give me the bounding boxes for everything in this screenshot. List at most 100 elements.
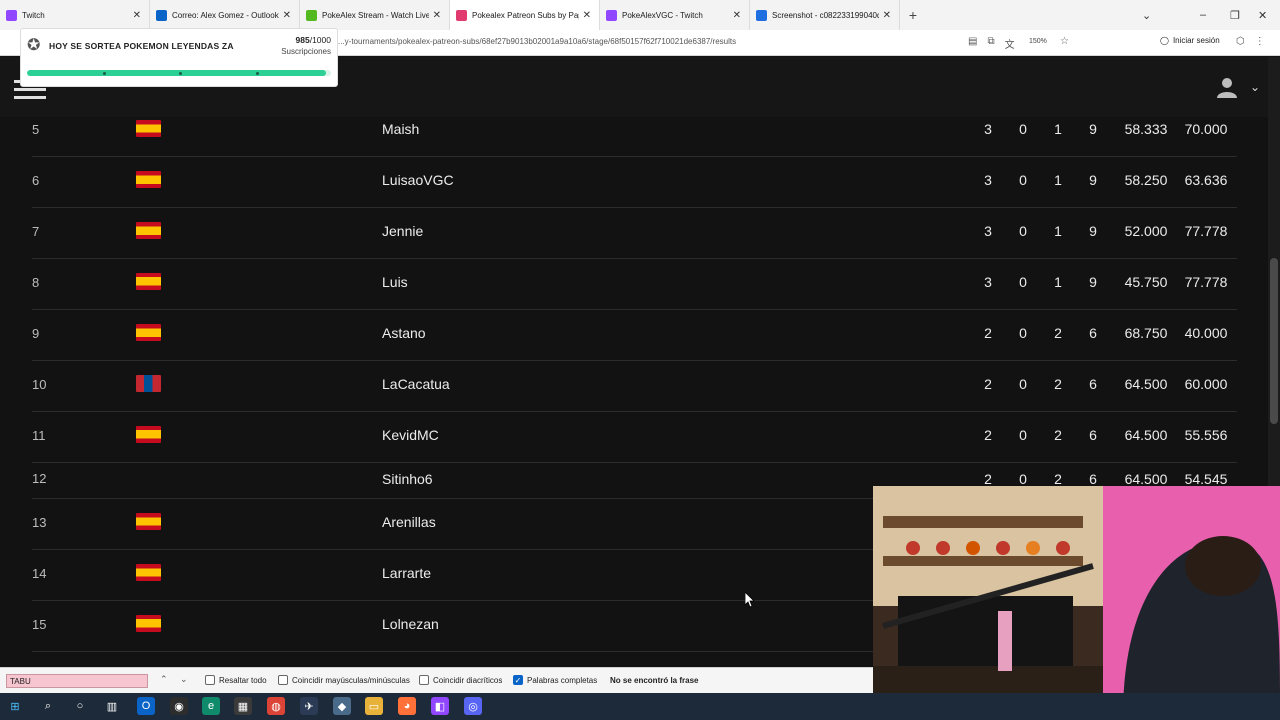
player-name[interactable]: LaCacatua: [382, 376, 450, 392]
windows-start-icon[interactable]: ⊞: [6, 697, 24, 715]
player-name[interactable]: Maish: [382, 121, 419, 137]
player-name[interactable]: Lolnezan: [382, 616, 439, 632]
twitch-icon[interactable]: ◧: [431, 697, 449, 715]
rank-cell: 10: [32, 377, 47, 392]
spain-flag-icon: [136, 564, 161, 581]
find-previous-icon[interactable]: ⌃: [160, 674, 168, 685]
browser-tab[interactable]: Correo: Alex Gomez - Outlook ✕: [150, 0, 300, 30]
close-tab-icon[interactable]: ✕: [433, 10, 441, 21]
edge-icon[interactable]: e: [202, 697, 220, 715]
checkbox-icon: [419, 675, 429, 685]
find-input[interactable]: [6, 674, 148, 688]
cortana-icon[interactable]: ○: [71, 697, 89, 715]
match-diacritics-checkbox[interactable]: Coincidir diacríticos: [419, 675, 502, 685]
star-badge-icon: ✪: [27, 37, 41, 54]
player-name[interactable]: Arenillas: [382, 514, 436, 530]
tab-favicon-icon: [156, 9, 167, 21]
app-icon[interactable]: ✈: [300, 697, 318, 715]
spain-flag-icon: [136, 171, 161, 188]
stat-cell-pts: 6: [1089, 325, 1097, 341]
chrome-icon[interactable]: ◍: [267, 697, 285, 715]
bookmark-star-icon[interactable]: ☆: [1060, 36, 1069, 47]
outlook-icon[interactable]: O: [137, 697, 155, 715]
stat-cell-omw: 64.500: [1124, 471, 1168, 487]
tab-title: PokeAlexVGC - Twitch: [622, 10, 703, 20]
tab-title: Correo: Alex Gomez - Outlook: [172, 10, 279, 20]
screenshot-icon[interactable]: ⧉: [987, 36, 994, 51]
zoom-level[interactable]: 150%: [1029, 38, 1047, 45]
obs-icon[interactable]: ◉: [170, 697, 188, 715]
table-row: 6 LuisaoVGC 3 0 1 9 58.250 63.636: [32, 157, 1237, 208]
store-icon[interactable]: ▦: [234, 697, 252, 715]
chevron-down-icon[interactable]: ⌄: [1250, 80, 1260, 94]
match-case-label: Coincidir mayúsculas/minúsculas: [292, 675, 410, 685]
browser-tab[interactable]: PokeAlex Stream - Watch Live c ✕: [300, 0, 450, 30]
spain-flag-icon: [136, 324, 161, 341]
discord-icon[interactable]: ◎: [464, 697, 482, 715]
search-icon[interactable]: ⌕: [39, 697, 57, 715]
stat-cell-gw: 40.000: [1184, 325, 1228, 341]
player-name[interactable]: Sitinho6: [382, 471, 433, 487]
tab-favicon-icon: [456, 9, 467, 21]
rank-cell: 13: [32, 515, 47, 530]
player-name[interactable]: Astano: [382, 325, 426, 341]
user-account-icon[interactable]: [1216, 76, 1238, 98]
player-name[interactable]: Jennie: [382, 223, 423, 239]
close-tab-icon[interactable]: ✕: [733, 10, 741, 21]
player-name[interactable]: Larrarte: [382, 565, 431, 581]
close-tab-icon[interactable]: ✕: [133, 10, 141, 21]
rank-cell: 7: [32, 224, 40, 239]
app-icon[interactable]: ◆: [333, 697, 351, 715]
new-tab-button[interactable]: +: [900, 7, 926, 23]
stat-cell-gw: 63.636: [1184, 172, 1228, 188]
tab-list-button[interactable]: ⌄: [1142, 0, 1151, 30]
close-tab-icon[interactable]: ✕: [883, 10, 891, 21]
stat-cell-gw: 77.778: [1184, 274, 1228, 290]
browser-tab[interactable]: Pokealex Patreon Subs by Pape ✕: [450, 0, 600, 30]
url-field[interactable]: ...y-tournaments/pokealex-patreon-subs/6…: [338, 37, 736, 46]
firefox-icon[interactable]: ◕: [398, 697, 416, 715]
translate-icon[interactable]: 文: [1005, 36, 1015, 51]
player-name[interactable]: LuisaoVGC: [382, 172, 454, 188]
minimize-button[interactable]: –: [1200, 0, 1206, 30]
table-row: 10 LaCacatua 2 0 2 6 64.500 60.000: [32, 361, 1237, 412]
stat-cell-omw: 58.250: [1124, 172, 1168, 188]
stat-cell-omw: 45.750: [1124, 274, 1168, 290]
browser-tab[interactable]: Twitch ✕: [0, 0, 150, 30]
tab-title: Pokealex Patreon Subs by Pape: [472, 10, 579, 20]
spain-flag-icon: [136, 426, 161, 443]
stat-cell-pts: 9: [1089, 172, 1097, 188]
stat-cell-omw: 64.500: [1124, 376, 1168, 392]
reader-icon[interactable]: ▤: [968, 36, 977, 51]
tab-title: Screenshot - c082233199040d3: [772, 10, 879, 20]
maximize-button[interactable]: ❐: [1230, 0, 1240, 30]
highlight-all-label: Resaltar todo: [219, 675, 267, 685]
match-case-checkbox[interactable]: Coincidir mayúsculas/minúsculas: [278, 675, 410, 685]
file-explorer-icon[interactable]: ▭: [365, 697, 383, 715]
close-tab-icon[interactable]: ✕: [283, 10, 291, 21]
stat-cell-pts: 9: [1089, 223, 1097, 239]
sign-in-button[interactable]: ◯ Iniciar sesión: [1160, 36, 1220, 45]
close-window-button[interactable]: ✕: [1258, 0, 1267, 30]
goal-marker: [256, 72, 259, 75]
extensions-icon[interactable]: ⬡: [1236, 36, 1245, 47]
browser-tab[interactable]: PokeAlexVGC - Twitch ✕: [600, 0, 750, 30]
stat-cell-omw: 68.750: [1124, 325, 1168, 341]
spain-flag-icon: [136, 615, 161, 632]
browser-tab[interactable]: Screenshot - c082233199040d3 ✕: [750, 0, 900, 30]
task-view-icon[interactable]: ▥: [103, 697, 121, 715]
windows-taskbar: ⊞ ⌕ ○ ▥ O ◉ e ▦ ◍ ✈ ◆ ▭ ◕ ◧ ◎: [0, 693, 1280, 720]
stat-cell-pts: 9: [1089, 274, 1097, 290]
find-next-icon[interactable]: ⌄: [180, 674, 188, 685]
player-name[interactable]: Luis: [382, 274, 408, 290]
close-tab-icon[interactable]: ✕: [583, 10, 591, 21]
table-row: 8 Luis 3 0 1 9 45.750 77.778: [32, 259, 1237, 310]
player-name[interactable]: KevidMC: [382, 427, 439, 443]
stat-cell-omw: 58.333: [1124, 121, 1168, 137]
whole-words-checkbox[interactable]: ✓ Palabras completas: [513, 675, 597, 685]
scrollbar-thumb[interactable]: [1270, 258, 1278, 424]
menu-icon[interactable]: ⋮: [1255, 36, 1265, 47]
spain-flag-icon: [136, 120, 161, 137]
highlight-all-checkbox[interactable]: Resaltar todo: [205, 675, 267, 685]
goal-subtitle: Suscripciones: [281, 47, 331, 56]
